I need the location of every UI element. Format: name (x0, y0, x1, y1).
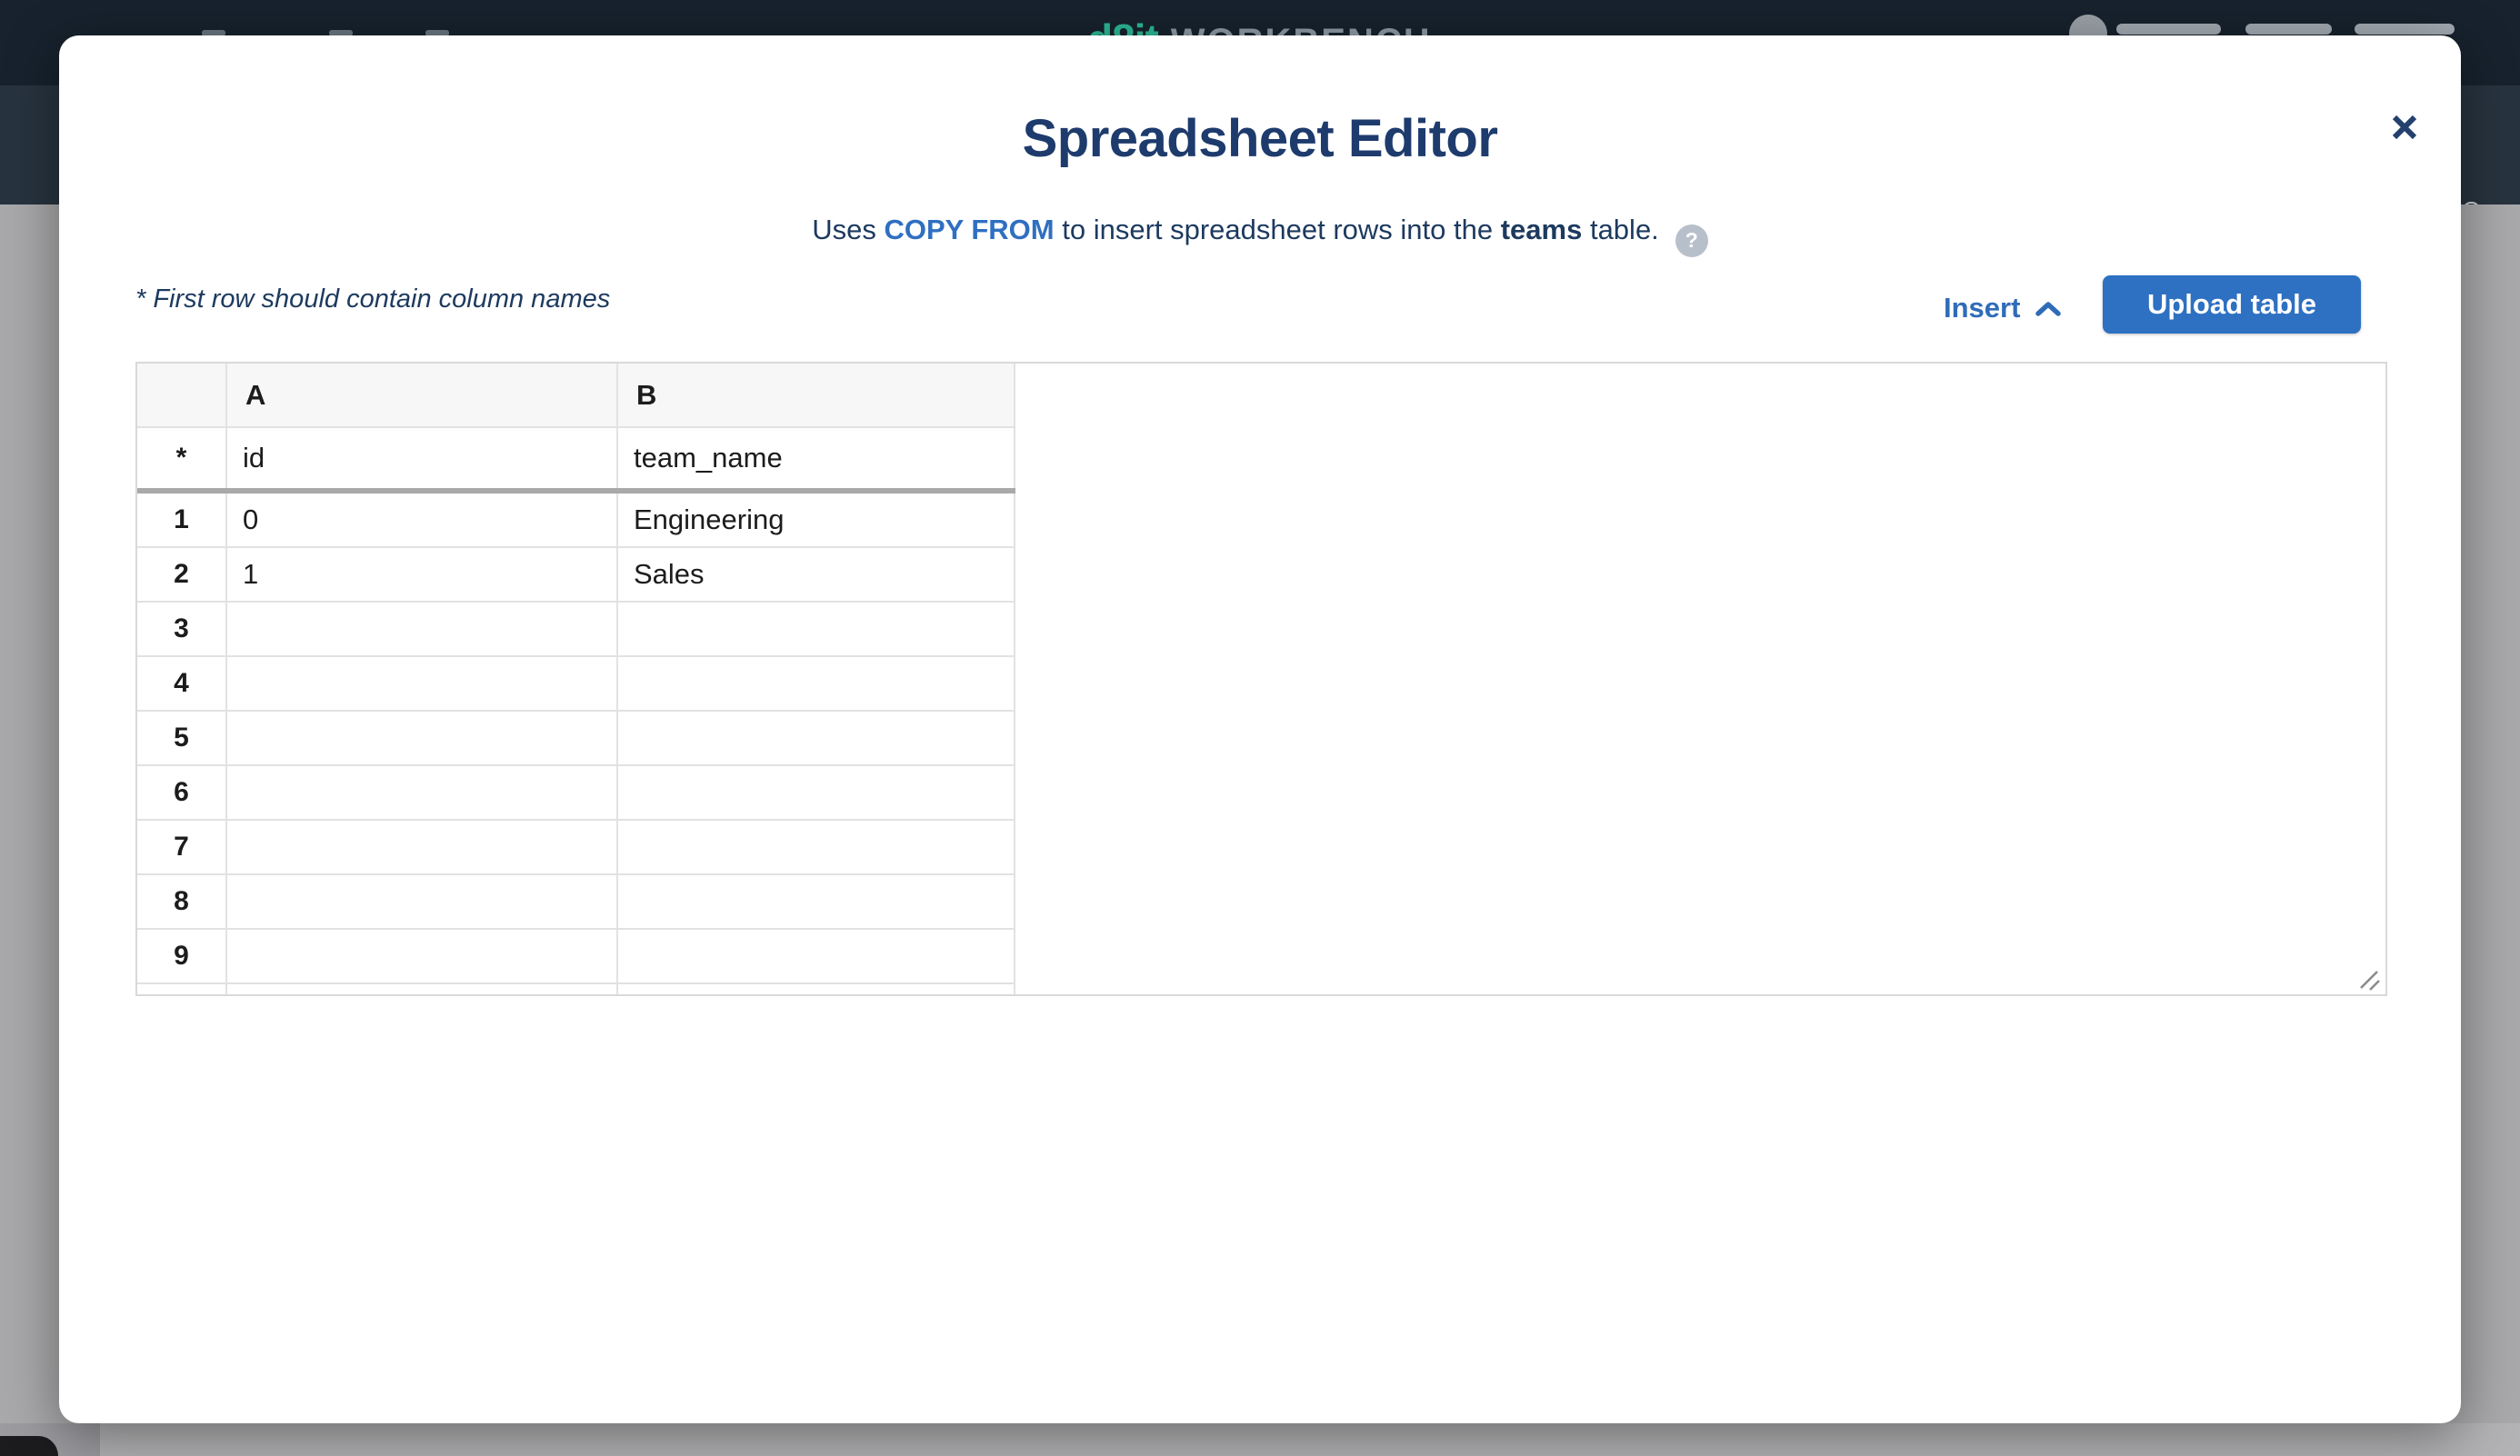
row-header[interactable]: 2 (137, 548, 227, 603)
grid-cell[interactable] (618, 712, 1015, 766)
table-row: 4 (137, 657, 1015, 712)
grid-cell[interactable] (227, 821, 618, 875)
grid-cell[interactable] (618, 657, 1015, 712)
row-header[interactable]: 7 (137, 821, 227, 875)
spreadsheet-grid: A B * id team_name 1 0 Engineering 2 1 S… (137, 364, 1015, 996)
table-row: 5 (137, 712, 1015, 766)
row-header[interactable]: 1 (137, 494, 227, 548)
table-row (137, 984, 1015, 996)
grid-cell[interactable]: 0 (227, 494, 618, 548)
spreadsheet-editor-dialog: Spreadsheet Editor Uses COPY FROM to ins… (59, 35, 2461, 1423)
page-title: Spreadsheet Editor (59, 108, 2461, 169)
table-row: 6 (137, 766, 1015, 821)
navbar-text-clipped (2245, 24, 2332, 35)
grid-cell[interactable] (227, 766, 618, 821)
grid-cell[interactable] (227, 657, 618, 712)
dialog-subtitle: Uses COPY FROM to insert spreadsheet row… (59, 214, 2461, 257)
table-row: 8 (137, 875, 1015, 930)
grid-cell[interactable]: Engineering (618, 494, 1015, 548)
row-header[interactable]: 3 (137, 603, 227, 657)
table-row: 3 (137, 603, 1015, 657)
upload-table-button[interactable]: Upload table (2103, 275, 2361, 334)
grid-cell[interactable] (618, 766, 1015, 821)
grid-cell[interactable] (618, 875, 1015, 930)
row-header[interactable]: 4 (137, 657, 227, 712)
grid-cell[interactable]: id (227, 428, 618, 488)
chevron-up-icon (2035, 292, 2062, 324)
table-row: 2 1 Sales (137, 548, 1015, 603)
subtitle-text: to insert spreadsheet rows into the (1055, 214, 1501, 245)
table-row: 7 (137, 821, 1015, 875)
subtitle-text: Uses (812, 214, 884, 245)
grid-cell[interactable]: team_name (618, 428, 1015, 488)
row-header[interactable]: 5 (137, 712, 227, 766)
page-bottom-left-panel (0, 1436, 58, 1456)
table-row: 9 (137, 930, 1015, 984)
help-icon[interactable]: ? (1675, 224, 1708, 257)
row-header[interactable]: 8 (137, 875, 227, 930)
row-header[interactable]: 9 (137, 930, 227, 984)
grid-cell[interactable] (618, 984, 1015, 996)
grid-cell[interactable]: 1 (227, 548, 618, 603)
first-row-note: * First row should contain column names (135, 284, 610, 314)
grid-cell[interactable] (618, 821, 1015, 875)
grid-cell[interactable] (227, 875, 618, 930)
column-header-row: A B (137, 364, 1015, 428)
grid-cell[interactable] (618, 930, 1015, 984)
row-header[interactable]: 6 (137, 766, 227, 821)
column-header-b[interactable]: B (618, 364, 1015, 428)
row-header[interactable]: * (137, 428, 227, 488)
subtitle-text: table. (1582, 214, 1658, 245)
grid-cell[interactable] (618, 603, 1015, 657)
table-row: * id team_name (137, 428, 1015, 488)
grid-resize-handle[interactable] (2356, 967, 2382, 992)
spreadsheet-area: A B * id team_name 1 0 Engineering 2 1 S… (135, 362, 2387, 996)
grid-cell[interactable] (227, 984, 618, 996)
insert-toggle[interactable]: Insert (1944, 292, 2062, 324)
corner-cell[interactable] (137, 364, 227, 428)
copy-from-link[interactable]: COPY FROM (884, 214, 1054, 245)
navbar-text-clipped (2116, 24, 2221, 35)
table-row: 1 0 Engineering (137, 494, 1015, 548)
grid-cell[interactable] (227, 712, 618, 766)
grid-cell[interactable] (227, 930, 618, 984)
column-header-a[interactable]: A (227, 364, 618, 428)
grid-cell[interactable] (227, 603, 618, 657)
page-bottom-band (100, 1423, 2520, 1456)
navbar-text-clipped (2355, 24, 2455, 35)
insert-label: Insert (1944, 292, 2020, 324)
selected-cell[interactable]: Sales (618, 548, 1015, 603)
target-table-name: teams (1501, 214, 1583, 245)
row-header[interactable] (137, 984, 227, 996)
